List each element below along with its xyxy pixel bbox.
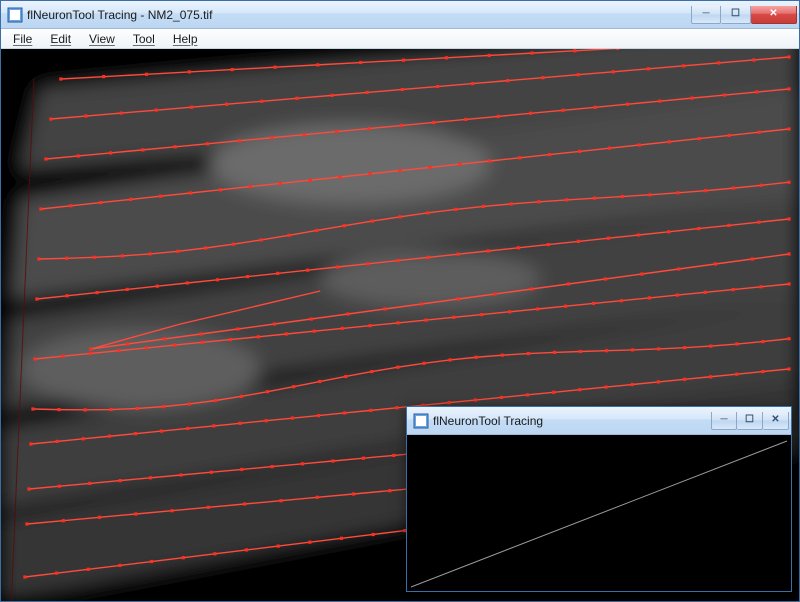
child-close-button[interactable]: ✕ <box>763 412 789 430</box>
maximize-button[interactable]: ☐ <box>721 6 751 24</box>
child-window: flNeuronTool Tracing ─ ☐ ✕ <box>406 406 792 592</box>
child-app-icon <box>413 413 429 429</box>
minimize-icon: ─ <box>702 9 709 19</box>
child-minimize-button[interactable]: ─ <box>711 412 737 430</box>
menu-view[interactable]: View <box>81 31 123 47</box>
child-titlebar[interactable]: flNeuronTool Tracing ─ ☐ ✕ <box>407 407 791 435</box>
close-icon: ✕ <box>771 415 779 425</box>
app-icon <box>7 7 23 23</box>
menu-tool[interactable]: Tool <box>125 31 163 47</box>
close-icon: ✕ <box>769 9 777 19</box>
maximize-icon: ☐ <box>745 415 754 425</box>
minimize-icon: ─ <box>720 415 727 425</box>
menu-file[interactable]: File <box>5 31 40 47</box>
main-titlebar[interactable]: flNeuronTool Tracing - NM2_075.tif ─ ☐ ✕ <box>1 1 799 29</box>
maximize-icon: ☐ <box>731 9 740 19</box>
window-controls: ─ ☐ ✕ <box>691 6 797 24</box>
main-title: flNeuronTool Tracing - NM2_075.tif <box>27 8 691 22</box>
menu-edit[interactable]: Edit <box>42 31 79 47</box>
profile-plot <box>407 435 791 591</box>
child-window-controls: ─ ☐ ✕ <box>711 412 789 430</box>
child-maximize-button[interactable]: ☐ <box>737 412 763 430</box>
close-button[interactable]: ✕ <box>751 6 797 24</box>
menu-help[interactable]: Help <box>165 31 206 47</box>
profile-canvas[interactable] <box>407 435 791 591</box>
child-title: flNeuronTool Tracing <box>433 414 711 428</box>
minimize-button[interactable]: ─ <box>691 6 721 24</box>
menubar: File Edit View Tool Help <box>1 29 799 49</box>
